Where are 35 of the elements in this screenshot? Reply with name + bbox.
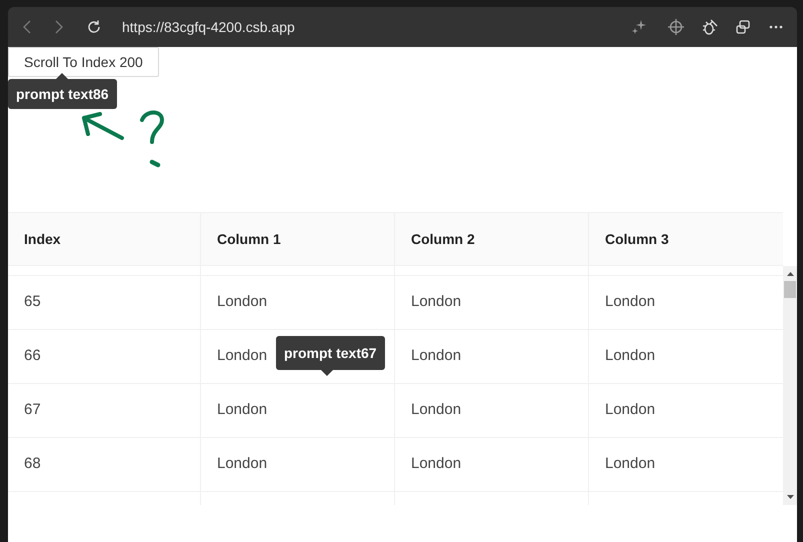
table-cell: London [395, 438, 589, 491]
bug-icon[interactable] [701, 18, 719, 36]
scroll-up-icon[interactable] [786, 272, 794, 276]
forward-icon[interactable] [54, 20, 64, 34]
column-header[interactable]: Column 3 [589, 213, 783, 265]
scroll-down-icon[interactable] [786, 495, 794, 499]
table-cell: 66 [8, 330, 201, 383]
table-cell: 68 [8, 438, 201, 491]
tooltip-text: prompt text67 [284, 344, 377, 363]
scroll-button[interactable]: Scroll To Index 200 [8, 47, 159, 77]
table-cell: London [395, 330, 589, 383]
table-cell-text: London [604, 454, 656, 474]
sparkle-icon[interactable] [631, 19, 647, 35]
reload-icon[interactable] [86, 19, 102, 35]
scroll-thumb[interactable] [784, 281, 796, 298]
url-text[interactable]: https://83cgfq-4200.csb.app [122, 16, 295, 38]
tooltip-text: prompt text86 [16, 84, 109, 104]
table-cell-text: London [604, 346, 656, 366]
column-header[interactable]: Column 1 [201, 213, 395, 265]
more-icon[interactable] [769, 25, 783, 29]
windows-icon[interactable] [735, 19, 751, 35]
table-cell: London [395, 384, 589, 437]
column-header[interactable]: Index [8, 213, 201, 265]
table-cell: London [201, 384, 395, 437]
table-cell: London [201, 276, 395, 329]
table-cell-text: London [604, 292, 656, 312]
scrollbar[interactable] [783, 266, 797, 505]
table-cell: 65 [8, 276, 201, 329]
table-cell: London [201, 438, 395, 491]
crosshair-icon[interactable] [667, 18, 685, 36]
table-cell: 67 [8, 384, 201, 437]
table-cell: London [395, 276, 589, 329]
table-cell-text: London [604, 400, 656, 420]
back-icon[interactable] [22, 20, 32, 34]
column-header[interactable]: Column 2 [395, 213, 589, 265]
